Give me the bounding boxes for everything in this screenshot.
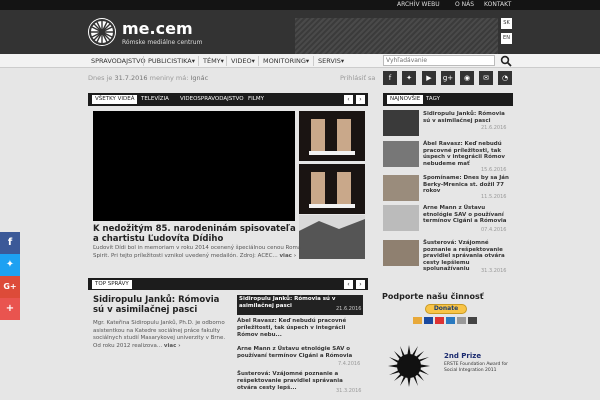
- article-thumbnail[interactable]: [383, 240, 419, 266]
- article-thumbnail[interactable]: [383, 110, 419, 136]
- latest-item[interactable]: Arne Mann z Ústavu etnológie SAV o použí…: [423, 205, 511, 225]
- tab-top-news[interactable]: TOP SPRÁVY: [92, 280, 132, 289]
- prev-arrow-icon[interactable]: ‹: [344, 95, 353, 104]
- share-twitter-icon[interactable]: ✦: [0, 254, 20, 276]
- video-thumbnail[interactable]: [299, 215, 365, 259]
- tab-tags[interactable]: TAGY: [423, 95, 443, 104]
- tab-films[interactable]: FILMY: [245, 95, 267, 104]
- card-icon: [446, 317, 455, 324]
- article-thumbnail[interactable]: [383, 205, 419, 231]
- lead-article-desc: Mgr. Kateřina Sidiropulu Janků, Ph.D. je…: [93, 320, 226, 349]
- prize-title: 2nd Prize: [444, 352, 482, 360]
- share-more-icon[interactable]: +: [0, 298, 20, 320]
- tab-all-videos[interactable]: VŠETKY VIDEÁ: [92, 95, 138, 104]
- payment-cards: [413, 317, 481, 325]
- latest-item[interactable]: Ábel Ravasz: Keď nebudú pracovné príleži…: [423, 141, 511, 167]
- card-icon: [435, 317, 444, 324]
- video-thumbnail[interactable]: [299, 164, 365, 214]
- contact-link[interactable]: KONTAKT: [484, 1, 511, 8]
- rss-icon[interactable]: ◔: [498, 71, 512, 85]
- video-thumbnail[interactable]: [299, 111, 365, 161]
- card-icon: [457, 317, 466, 324]
- tab-video-news[interactable]: VIDEOSPRAVODAJSTVO: [177, 95, 247, 104]
- award-logo-icon: [386, 343, 432, 389]
- article-thumbnail[interactable]: [383, 141, 419, 167]
- twitter-icon[interactable]: ✦: [402, 71, 416, 85]
- brand-subtitle: Rómske mediálne centrum: [122, 39, 203, 46]
- nav-spravodajstvo[interactable]: SPRAVODAJSTVO: [91, 57, 146, 65]
- wheel-logo-icon[interactable]: [88, 18, 116, 46]
- nav-temy[interactable]: TÉMY▾: [203, 57, 224, 65]
- search-input[interactable]: [383, 55, 495, 66]
- brand-name[interactable]: me.cem: [122, 19, 193, 38]
- card-icon: [424, 317, 433, 324]
- latest-tabbar: NAJNOVŠIE TAGY: [383, 93, 513, 106]
- video-player[interactable]: [93, 111, 295, 221]
- search-icon[interactable]: [500, 55, 512, 67]
- video-title[interactable]: K nedožitým 85. narodeninám spisovateľa …: [93, 224, 303, 244]
- lead-more-link[interactable]: viac ›: [164, 343, 181, 349]
- video-description: Ľudovít Dídi bol in memoriam v roku 2014…: [93, 245, 302, 259]
- next-arrow-icon[interactable]: ›: [356, 280, 365, 289]
- top-news-item[interactable]: Ábel Ravasz: Keď nebudú pracovné príleži…: [237, 318, 363, 339]
- top-news-bar: TOP SPRÁVY ‹ ›: [88, 278, 368, 290]
- nav-servis[interactable]: SERVIS▾: [318, 57, 344, 65]
- next-arrow-icon[interactable]: ›: [356, 95, 365, 104]
- nav-publicistika[interactable]: PUBLICISTIKA▾: [148, 57, 195, 65]
- card-icon: [468, 317, 477, 324]
- email-icon[interactable]: ✉: [479, 71, 493, 85]
- youtube-icon[interactable]: ▶: [422, 71, 436, 85]
- support-heading: Podporte našu činnosť: [382, 292, 484, 301]
- top-news-item[interactable]: Sidiropulu Janků: Rómovia sú v asimilačn…: [237, 295, 363, 315]
- about-link[interactable]: O NÁS: [455, 1, 474, 8]
- share-facebook-icon[interactable]: f: [0, 232, 20, 254]
- tab-television[interactable]: TELEVÍZIA: [138, 95, 172, 104]
- donate-button[interactable]: Donate: [425, 304, 467, 314]
- prize-subtitle: ERSTE Foundation Award for Social Integr…: [444, 362, 508, 373]
- date-line: Dnes je 31.7.2016 meniny má: Ignác: [88, 74, 209, 82]
- video-tabbar: VŠETKY VIDEÁ TELEVÍZIA VIDEOSPRAVODAJSTV…: [88, 93, 368, 106]
- latest-item[interactable]: Spomíname: Dnes by sa Ján Berky-Mrenica …: [423, 175, 511, 195]
- nav-monitoring[interactable]: MONITORING▾: [263, 57, 309, 65]
- utility-bar: ARCHÍV WEBU O NÁS KONTAKT: [0, 0, 600, 10]
- nav-video[interactable]: VIDEO▾: [231, 57, 255, 65]
- site-header: me.cem Rómske mediálne centrum SK EN: [0, 10, 600, 54]
- prev-arrow-icon[interactable]: ‹: [344, 280, 353, 289]
- latest-item[interactable]: Sidiropulu Janků: Rómovia sú v asimilačn…: [423, 111, 511, 124]
- google-plus-icon[interactable]: g+: [441, 71, 455, 85]
- article-thumbnail[interactable]: [383, 175, 419, 201]
- lang-sk-button[interactable]: SK: [501, 18, 512, 29]
- flickr-icon[interactable]: ◉: [460, 71, 474, 85]
- top-news-item[interactable]: Arne Mann z Ústavu etnológie SAV o použí…: [237, 346, 363, 360]
- lang-en-button[interactable]: EN: [501, 33, 512, 44]
- header-banner: [295, 18, 498, 54]
- share-google-plus-icon[interactable]: G+: [0, 276, 20, 298]
- current-date: 31.7.2016: [114, 74, 148, 82]
- tab-latest[interactable]: NAJNOVŠIE: [387, 95, 424, 104]
- archive-link[interactable]: ARCHÍV WEBU: [397, 1, 440, 8]
- video-more-link[interactable]: viac ›: [279, 253, 296, 259]
- facebook-icon[interactable]: f: [383, 71, 397, 85]
- card-icon: [413, 317, 422, 324]
- login-link[interactable]: Prihlásiť sa: [340, 74, 375, 82]
- lead-article-title[interactable]: Sidiropulu Janků: Rómovia sú v asimilačn…: [93, 295, 233, 315]
- nameday: Ignác: [190, 74, 209, 82]
